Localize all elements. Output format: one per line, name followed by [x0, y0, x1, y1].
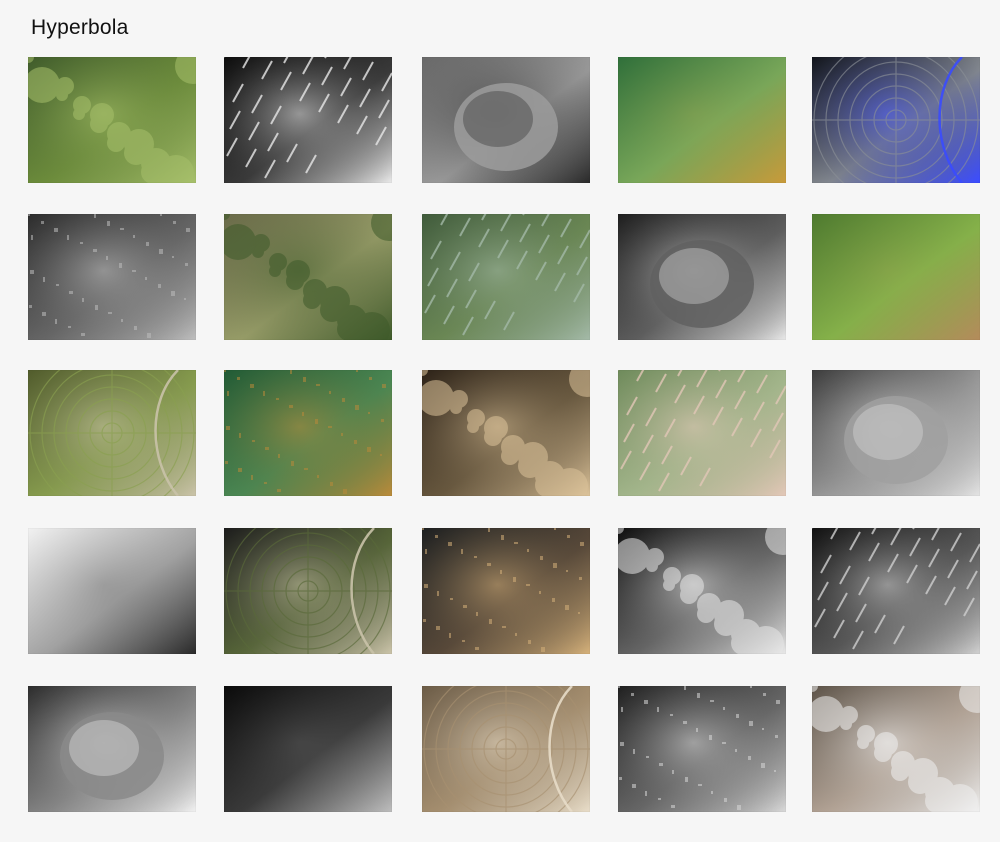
thumbnail-grayscale-streaks[interactable] [618, 214, 786, 340]
thumbnail-white-streaks-on-black[interactable] [224, 57, 392, 183]
thumbnail-dark-smoke-cloud[interactable] [618, 528, 786, 654]
thumbnail-inverted-foliage[interactable] [28, 686, 196, 812]
thumbnail-murky-green-diver[interactable] [618, 370, 786, 496]
thumbnail-submarine-control-panel[interactable] [422, 528, 590, 654]
thumbnail-grayscale-crumpled-surface[interactable] [28, 214, 196, 340]
thumbnail-footprint-in-sand[interactable] [422, 686, 590, 812]
thumbnail-underwater-debris[interactable] [422, 214, 590, 340]
thumbnail-diver-helmet-green[interactable] [618, 57, 786, 183]
thumbnail-diver-underwater-green[interactable] [224, 370, 392, 496]
thumbnail-dark-frame-pool-room[interactable] [224, 528, 392, 654]
thumbnail-smoke-object-silhouette[interactable] [812, 528, 980, 654]
thumbnail-circular-vignette-sediment[interactable] [812, 370, 980, 496]
thumbnail-polar-radar-plot[interactable] [812, 57, 980, 183]
thumbnail-dark-broken-fragments[interactable] [224, 686, 392, 812]
thumbnail-round-stone-grayscale[interactable] [422, 57, 590, 183]
thumbnail-animal-in-grass[interactable] [812, 214, 980, 340]
thumbnail-debris-in-green-water[interactable] [28, 57, 196, 183]
thumbnail-grid [0, 0, 1000, 842]
thumbnail-empty-pool-room[interactable] [28, 370, 196, 496]
thumbnail-person-walking-beach[interactable] [812, 686, 980, 812]
thumbnail-sepia-sediment-split[interactable] [422, 370, 590, 496]
thumbnail-inverted-machinery[interactable] [28, 528, 196, 654]
thumbnail-mesh-fence-room[interactable] [224, 214, 392, 340]
thumbnail-grayscale-speckled-ground[interactable] [618, 686, 786, 812]
